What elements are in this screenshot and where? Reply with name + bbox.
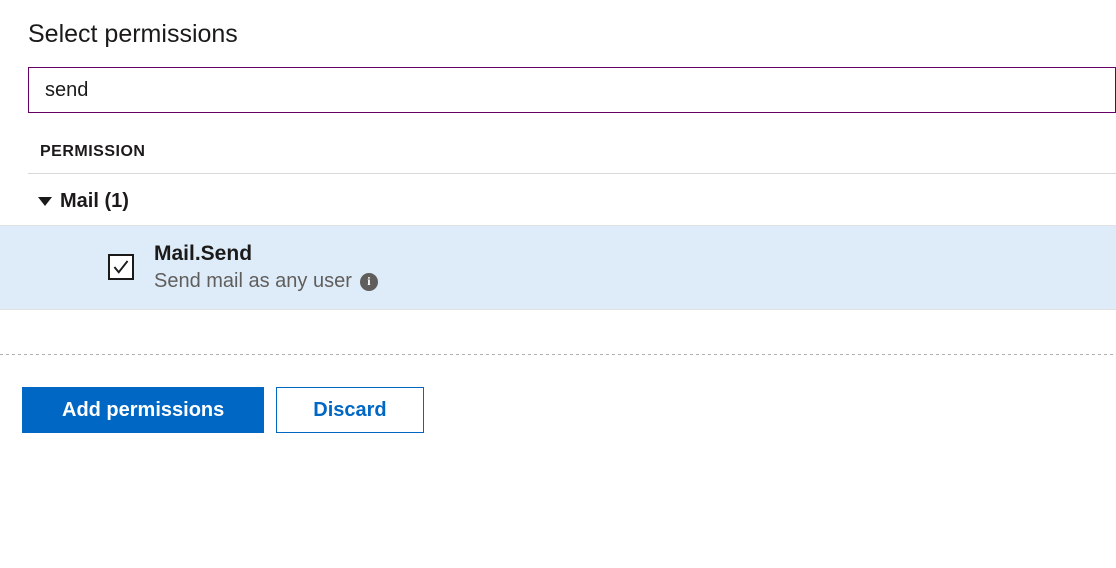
add-permissions-button[interactable]: Add permissions bbox=[22, 387, 264, 433]
discard-button[interactable]: Discard bbox=[276, 387, 423, 433]
column-header-permission: PERMISSION bbox=[0, 113, 1116, 173]
permission-checkbox[interactable] bbox=[108, 254, 134, 280]
search-input[interactable] bbox=[28, 67, 1116, 113]
permission-group-mail[interactable]: Mail (1) bbox=[0, 174, 1116, 225]
info-icon[interactable]: i bbox=[360, 273, 378, 291]
permission-group-label: Mail (1) bbox=[60, 190, 129, 213]
permission-name: Mail.Send bbox=[154, 242, 378, 266]
check-icon bbox=[112, 258, 130, 276]
chevron-down-icon bbox=[38, 197, 52, 206]
page-title: Select permissions bbox=[0, 20, 1116, 67]
permission-row[interactable]: Mail.Send Send mail as any user i bbox=[0, 225, 1116, 310]
permission-description: Send mail as any user bbox=[154, 270, 352, 293]
